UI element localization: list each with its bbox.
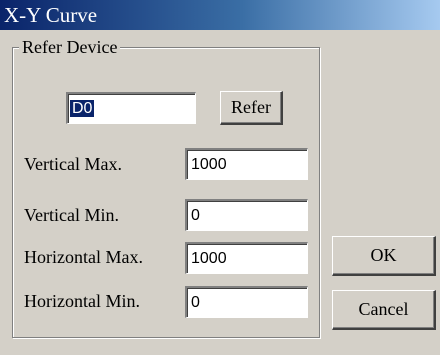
vertical-min-input[interactable]: 0 (185, 199, 308, 231)
vertical-max-label: Vertical Max. (24, 154, 122, 174)
horizontal-min-input[interactable]: 0 (185, 286, 308, 318)
horizontal-min-value: 0 (191, 294, 200, 311)
device-input-value: D0 (70, 100, 95, 117)
vertical-max-input[interactable]: 1000 (185, 148, 308, 180)
horizontal-max-value: 1000 (191, 250, 227, 267)
device-input[interactable]: D0 (66, 92, 196, 124)
horizontal-max-input[interactable]: 1000 (185, 242, 308, 274)
horizontal-max-label: Horizontal Max. (24, 247, 143, 267)
refer-button[interactable]: Refer (220, 91, 283, 125)
cancel-button[interactable]: Cancel (332, 290, 436, 330)
ok-button[interactable]: OK (332, 236, 436, 276)
vertical-max-value: 1000 (191, 156, 227, 173)
horizontal-min-label: Horizontal Min. (24, 291, 140, 311)
refer-device-group-label: Refer Device (19, 36, 121, 58)
vertical-min-label: Vertical Min. (24, 205, 119, 225)
vertical-min-value: 0 (191, 207, 200, 224)
xy-curve-dialog: X-Y Curve Refer Device D0 Refer Vertical… (0, 0, 440, 355)
window-title: X-Y Curve (4, 3, 98, 27)
title-bar[interactable]: X-Y Curve (0, 0, 440, 30)
